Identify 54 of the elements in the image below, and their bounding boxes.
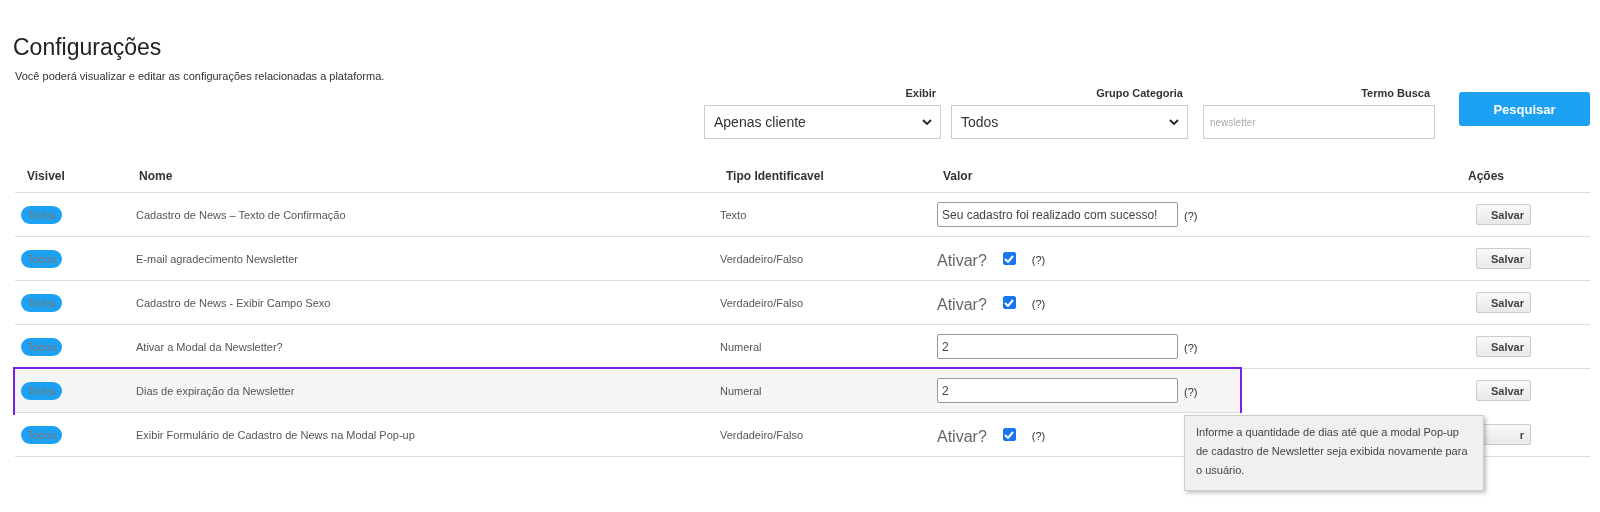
page-title: Configurações (13, 33, 163, 62)
visibility-badge: Todos (21, 425, 63, 444)
value-field[interactable]: Seu cadastro foi realizado com sucesso! (937, 202, 1178, 227)
checkbox-label: Ativar? (937, 426, 987, 446)
table-cell-text: Exibir Formulário de Cadastro de News na Modal Pop-up (135, 428, 415, 441)
column-header: Valor (943, 168, 973, 183)
table-cell: Numeral (720, 384, 762, 397)
table-cell: Numeral (720, 340, 762, 353)
filter-label: Grupo Categoria (1096, 86, 1184, 101)
page-subtitle: Você poderá visualizar e editar as configurações relacionadas a plataforma. (15, 70, 386, 82)
help-link[interactable]: (?) (1184, 386, 1198, 398)
tooltip: Informe a quantidade de dias até que a modal Pop-up de cadastro de Newsletter seja exibida novamente para o usuário. (1184, 415, 1484, 491)
column-header: Ações (1468, 168, 1505, 183)
save-button[interactable]: Salvar (1476, 292, 1531, 313)
table-cell: Verdadeiro/Falso (720, 252, 804, 265)
visibility-badge: Todos (21, 293, 63, 312)
value-field[interactable]: 2 (937, 378, 1178, 403)
table-cell-text: Cadastro de News - Exibir Campo Sexo (135, 296, 331, 309)
column-header: Nome (139, 168, 173, 183)
table-cell-text: Cadastro de News – Texto de Confirmação (135, 208, 346, 221)
checkbox[interactable] (1002, 252, 1016, 265)
table-cell: Verdadeiro/Falso (720, 428, 804, 441)
visibility-badge: Todos (21, 381, 63, 400)
filter-select[interactable]: Todos (951, 105, 1188, 139)
help-link[interactable]: (?) (1031, 430, 1046, 442)
save-button[interactable]: Salvar (1476, 336, 1531, 357)
column-header: Tipo Identificavel (726, 168, 824, 183)
filter-select[interactable]: Apenas cliente (704, 105, 941, 139)
checkbox[interactable] (1002, 428, 1016, 441)
table-cell-text: Ativar a Modal da Newsletter? (135, 340, 283, 353)
chevron-down-icon (1169, 118, 1179, 126)
visibility-badge: Todos (21, 337, 63, 356)
chevron-down-icon (922, 118, 932, 126)
help-link[interactable]: (?) (1184, 210, 1198, 222)
table-cell: Texto (720, 208, 747, 221)
filter-label: Exibir (905, 86, 937, 101)
visibility-badge: Todos (21, 249, 63, 268)
visibility-badge: Todos (21, 205, 63, 224)
checkbox-label: Ativar? (937, 294, 987, 314)
table-cell-text: Dias de expiração da Newsletter (135, 384, 295, 397)
save-button[interactable]: Salvar (1476, 204, 1531, 225)
help-link[interactable]: (?) (1031, 298, 1046, 310)
filter-label: Termo Busca (1361, 86, 1432, 101)
help-link[interactable]: (?) (1184, 342, 1198, 354)
checkbox-label: Ativar? (937, 250, 987, 270)
checkbox[interactable] (1002, 296, 1016, 309)
table-cell-text: E-mail agradecimento Newsletter (135, 252, 298, 265)
value-field[interactable]: 2 (937, 334, 1178, 359)
help-link[interactable]: (?) (1031, 254, 1046, 266)
save-button[interactable]: Salvar (1476, 380, 1531, 401)
search-field[interactable]: newsletter (1203, 105, 1435, 139)
save-button[interactable]: Salvar (1476, 248, 1531, 269)
column-header: Visivel (27, 168, 65, 183)
table-cell: Verdadeiro/Falso (720, 296, 804, 309)
